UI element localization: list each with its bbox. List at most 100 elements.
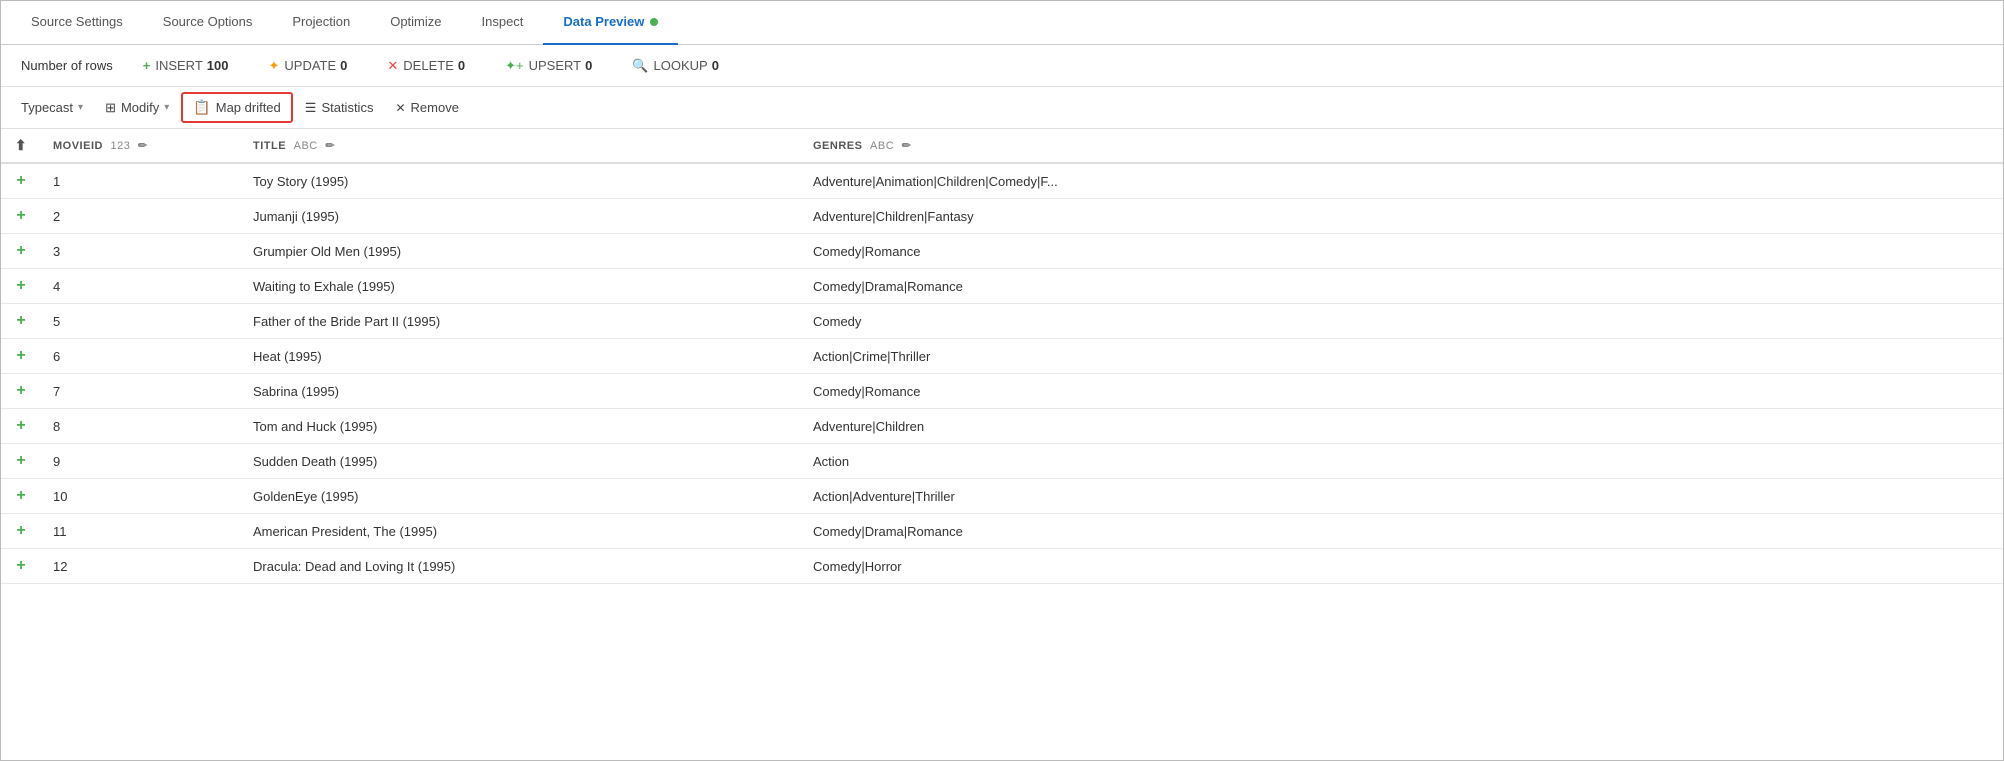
map-drifted-icon: 📋: [193, 99, 210, 116]
row-expand-cell: +: [1, 304, 41, 339]
row-movieid-cell: 11: [41, 514, 241, 549]
row-movieid-cell: 1: [41, 163, 241, 199]
map-drifted-button[interactable]: 📋 Map drifted: [181, 92, 292, 123]
row-genres-cell: Comedy: [801, 304, 2003, 339]
remove-label: Remove: [411, 100, 459, 115]
row-genres-cell: Comedy|Horror: [801, 549, 2003, 584]
insert-stat: + INSERT 100: [143, 58, 229, 73]
typecast-button[interactable]: Typecast ▾: [11, 95, 93, 120]
th-genres-edit-icon[interactable]: ✏: [902, 140, 912, 152]
upsert-stat: ✦+ UPSERT 0: [505, 58, 592, 74]
row-add-icon[interactable]: +: [16, 312, 25, 329]
row-expand-cell: +: [1, 549, 41, 584]
row-genres-cell: Comedy|Romance: [801, 374, 2003, 409]
lookup-count: 0: [712, 58, 719, 73]
upsert-icon: ✦+: [505, 58, 523, 74]
th-title: TITLE abc ✏: [241, 129, 801, 163]
row-genres-cell: Adventure|Children: [801, 409, 2003, 444]
typecast-chevron-icon: ▾: [78, 102, 83, 113]
insert-icon: +: [143, 58, 151, 73]
delete-icon: ✕: [387, 58, 398, 74]
table-row: + 8 Tom and Huck (1995) Adventure|Childr…: [1, 409, 2003, 444]
modify-label: Modify: [121, 100, 159, 115]
tab-source-options[interactable]: Source Options: [143, 1, 273, 45]
row-expand-cell: +: [1, 234, 41, 269]
tab-optimize[interactable]: Optimize: [370, 1, 461, 45]
th-movieid: MOVIEID 123 ✏: [41, 129, 241, 163]
table-row: + 7 Sabrina (1995) Comedy|Romance: [1, 374, 2003, 409]
row-movieid-cell: 12: [41, 549, 241, 584]
tab-source-settings[interactable]: Source Settings: [11, 1, 143, 45]
row-genres-cell: Action|Crime|Thriller: [801, 339, 2003, 374]
remove-button[interactable]: ✕ Remove: [385, 95, 468, 120]
table-row: + 11 American President, The (1995) Come…: [1, 514, 2003, 549]
table-row: + 1 Toy Story (1995) Adventure|Animation…: [1, 163, 2003, 199]
th-movieid-edit-icon[interactable]: ✏: [138, 140, 148, 152]
row-title-cell: American President, The (1995): [241, 514, 801, 549]
row-add-icon[interactable]: +: [16, 452, 25, 469]
modify-button[interactable]: ⊞ Modify ▾: [95, 95, 179, 121]
active-dot: [650, 18, 658, 26]
table-row: + 2 Jumanji (1995) Adventure|Children|Fa…: [1, 199, 2003, 234]
update-icon: ✦: [268, 58, 279, 74]
delete-stat: ✕ DELETE 0: [387, 58, 465, 74]
row-add-icon[interactable]: +: [16, 242, 25, 259]
row-add-icon[interactable]: +: [16, 277, 25, 294]
th-genres-type: abc: [870, 140, 894, 152]
table-row: + 9 Sudden Death (1995) Action: [1, 444, 2003, 479]
stats-bar: Number of rows + INSERT 100 ✦ UPDATE 0 ✕…: [1, 45, 2003, 87]
row-title-cell: Dracula: Dead and Loving It (1995): [241, 549, 801, 584]
modify-chevron-icon: ▾: [164, 102, 169, 113]
th-title-edit-icon[interactable]: ✏: [325, 140, 335, 152]
row-movieid-cell: 6: [41, 339, 241, 374]
row-add-icon[interactable]: +: [16, 172, 25, 189]
lookup-icon: 🔍: [632, 58, 648, 74]
row-title-cell: GoldenEye (1995): [241, 479, 801, 514]
statistics-label: Statistics: [321, 100, 373, 115]
row-movieid-cell: 4: [41, 269, 241, 304]
row-title-cell: Father of the Bride Part II (1995): [241, 304, 801, 339]
row-expand-cell: +: [1, 409, 41, 444]
table-row: + 3 Grumpier Old Men (1995) Comedy|Roman…: [1, 234, 2003, 269]
row-add-icon[interactable]: +: [16, 557, 25, 574]
table-header-row: ⬆ MOVIEID 123 ✏ TITLE abc ✏ GENRES abc: [1, 129, 2003, 163]
row-title-cell: Heat (1995): [241, 339, 801, 374]
sort-icon: ⬆: [15, 137, 27, 153]
remove-icon: ✕: [395, 101, 405, 115]
row-expand-cell: +: [1, 199, 41, 234]
delete-count: 0: [458, 58, 465, 73]
row-movieid-cell: 2: [41, 199, 241, 234]
row-title-cell: Sudden Death (1995): [241, 444, 801, 479]
tab-projection[interactable]: Projection: [272, 1, 370, 45]
row-add-icon[interactable]: +: [16, 347, 25, 364]
row-genres-cell: Adventure|Animation|Children|Comedy|F...: [801, 163, 2003, 199]
table-row: + 10 GoldenEye (1995) Action|Adventure|T…: [1, 479, 2003, 514]
row-genres-cell: Action: [801, 444, 2003, 479]
row-title-cell: Sabrina (1995): [241, 374, 801, 409]
table-row: + 5 Father of the Bride Part II (1995) C…: [1, 304, 2003, 339]
row-movieid-cell: 9: [41, 444, 241, 479]
th-movieid-type: 123: [111, 140, 131, 152]
row-expand-cell: +: [1, 444, 41, 479]
tab-inspect[interactable]: Inspect: [462, 1, 544, 45]
row-add-icon[interactable]: +: [16, 487, 25, 504]
row-add-icon[interactable]: +: [16, 417, 25, 434]
row-movieid-cell: 8: [41, 409, 241, 444]
row-movieid-cell: 5: [41, 304, 241, 339]
row-title-cell: Jumanji (1995): [241, 199, 801, 234]
tab-data-preview[interactable]: Data Preview: [543, 1, 678, 45]
row-expand-cell: +: [1, 479, 41, 514]
row-add-icon[interactable]: +: [16, 382, 25, 399]
row-movieid-cell: 10: [41, 479, 241, 514]
th-title-label: TITLE: [253, 140, 286, 152]
row-add-icon[interactable]: +: [16, 207, 25, 224]
modify-icon: ⊞: [105, 100, 116, 116]
row-genres-cell: Adventure|Children|Fantasy: [801, 199, 2003, 234]
row-add-icon[interactable]: +: [16, 522, 25, 539]
th-genres: GENRES abc ✏: [801, 129, 2003, 163]
data-table-container: ⬆ MOVIEID 123 ✏ TITLE abc ✏ GENRES abc: [1, 129, 2003, 760]
statistics-button[interactable]: ☰ Statistics: [295, 95, 384, 121]
lookup-stat: 🔍 LOOKUP 0: [632, 58, 719, 74]
statistics-icon: ☰: [305, 100, 317, 116]
row-title-cell: Toy Story (1995): [241, 163, 801, 199]
